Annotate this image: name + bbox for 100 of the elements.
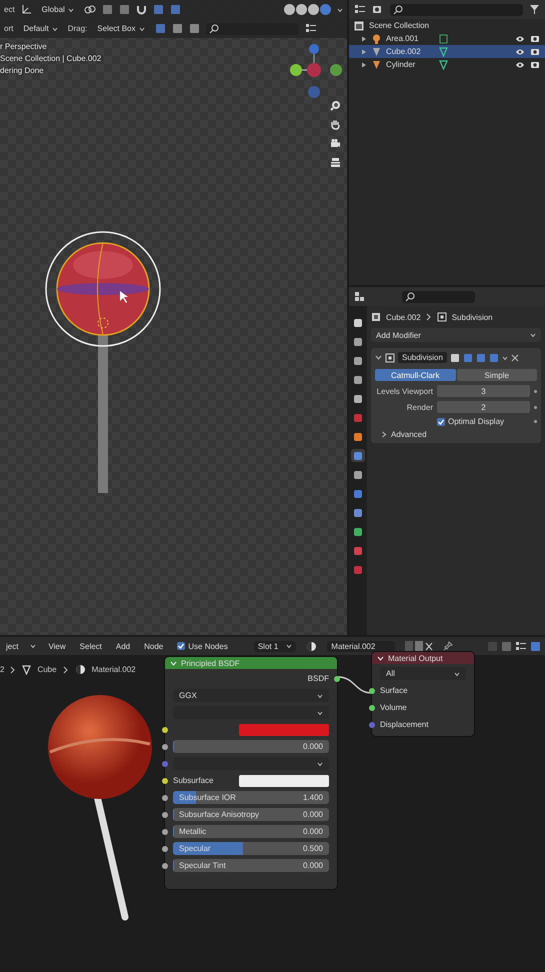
square-icon[interactable] bbox=[152, 4, 164, 15]
socket-label: Volume bbox=[380, 703, 407, 712]
object-name: Cylinder bbox=[386, 60, 416, 69]
list-icon[interactable] bbox=[354, 4, 366, 15]
add-modifier-dropdown[interactable]: Add Modifier bbox=[371, 328, 541, 342]
caret-icon bbox=[454, 670, 460, 676]
socket-icon[interactable] bbox=[162, 846, 168, 852]
use-nodes-toggle[interactable]: Use Nodes bbox=[175, 640, 230, 652]
close-icon[interactable] bbox=[510, 354, 519, 362]
square-icon[interactable] bbox=[154, 23, 166, 34]
hand-icon[interactable] bbox=[330, 119, 341, 130]
eye-icon[interactable] bbox=[515, 48, 525, 56]
socket-icon[interactable] bbox=[162, 778, 168, 784]
chevron-icon bbox=[426, 313, 432, 321]
collection-name[interactable]: Scene Collection bbox=[369, 21, 430, 30]
shading-sphere-icon[interactable] bbox=[296, 4, 307, 15]
search-field[interactable] bbox=[206, 22, 299, 34]
checkbox-box[interactable] bbox=[437, 418, 445, 426]
display-mode-icon[interactable] bbox=[372, 4, 384, 15]
menu-item[interactable]: View bbox=[46, 640, 68, 652]
square-icon[interactable] bbox=[118, 4, 130, 15]
node-title: Principled BSDF bbox=[181, 658, 240, 668]
breadcrumb-text: 2 bbox=[0, 665, 4, 674]
shading-sphere-icon[interactable] bbox=[320, 4, 331, 15]
caret-icon bbox=[68, 6, 74, 12]
grid-icon[interactable] bbox=[330, 157, 341, 168]
value-slider[interactable]: Metallic 0.000 bbox=[173, 825, 329, 838]
menu-item[interactable]: Add bbox=[114, 640, 132, 652]
socket-icon[interactable] bbox=[162, 744, 168, 750]
magnet-icon[interactable] bbox=[136, 4, 147, 15]
menu-item[interactable]: Node bbox=[142, 640, 166, 652]
input-label: Subsurface bbox=[173, 776, 214, 785]
dropdown[interactable]: All bbox=[380, 667, 466, 680]
advanced-subpanel-header[interactable]: Advanced bbox=[375, 430, 537, 439]
filter-icon[interactable] bbox=[529, 4, 540, 15]
toolbar-label: ect bbox=[4, 5, 15, 14]
zoom-icon[interactable] bbox=[330, 100, 341, 111]
square-icon[interactable] bbox=[188, 23, 200, 34]
material-sphere-icon[interactable] bbox=[306, 640, 318, 652]
search-field[interactable] bbox=[402, 290, 475, 302]
axes-icon[interactable] bbox=[20, 4, 32, 15]
square-icon[interactable] bbox=[172, 23, 183, 34]
shading-sphere-icon[interactable] bbox=[284, 4, 295, 15]
value-slider[interactable]: Specular Tint 0.000 bbox=[173, 859, 329, 872]
color-swatch[interactable] bbox=[239, 724, 329, 736]
expand-arrow-icon[interactable] bbox=[361, 36, 367, 42]
editor-type-icon[interactable] bbox=[354, 291, 366, 302]
eye-icon[interactable] bbox=[515, 34, 525, 42]
collapse-caret-icon[interactable] bbox=[375, 354, 382, 361]
expand-arrow-icon[interactable] bbox=[361, 62, 367, 68]
toolbar-label: ort bbox=[4, 24, 14, 33]
square-icon[interactable] bbox=[102, 4, 113, 15]
editor-mode-dropdown[interactable]: ject bbox=[4, 640, 20, 652]
optimal-display-checkbox[interactable]: Optimal Display bbox=[437, 417, 530, 426]
keyframe-dot-icon[interactable] bbox=[534, 390, 537, 392]
dropdown[interactable]: GGX bbox=[173, 689, 329, 702]
square-icon[interactable] bbox=[530, 640, 541, 652]
caret-icon bbox=[502, 354, 508, 360]
rings-icon[interactable] bbox=[84, 4, 96, 15]
list-icon[interactable] bbox=[515, 640, 527, 652]
keyframe-dot-icon[interactable] bbox=[534, 420, 537, 423]
socket-icon[interactable] bbox=[162, 812, 168, 818]
value-slider[interactable]: 0.000 bbox=[173, 740, 329, 753]
socket-icon[interactable] bbox=[162, 727, 168, 733]
square-icon[interactable] bbox=[501, 640, 512, 652]
socket-icon[interactable] bbox=[162, 863, 168, 869]
modifier-name-field[interactable]: Subdivision bbox=[398, 352, 447, 363]
search-field[interactable] bbox=[390, 4, 523, 16]
object-name: Cube.002 bbox=[386, 47, 422, 56]
caret-icon bbox=[530, 332, 536, 338]
material-name-field[interactable]: Material.002 bbox=[327, 640, 396, 652]
material-actions-icon[interactable] bbox=[405, 640, 434, 652]
keyframe-dot-icon[interactable] bbox=[534, 406, 537, 408]
number-field[interactable]: 3 bbox=[437, 385, 530, 397]
outliner-row[interactable]: Area.001 bbox=[349, 32, 545, 45]
color-swatch[interactable] bbox=[239, 774, 329, 786]
slot-dropdown[interactable]: Slot 1 bbox=[254, 640, 296, 652]
material-output-node[interactable]: Material Output All Surface Volume Displacement bbox=[372, 652, 474, 736]
subdivision-type-tab[interactable]: Catmull-Clark bbox=[375, 369, 456, 381]
value-slider[interactable]: Specular 0.500 bbox=[173, 842, 329, 855]
shading-sphere-icon[interactable] bbox=[308, 4, 319, 15]
outliner-row[interactable]: Cube.002 bbox=[349, 45, 545, 58]
socket-icon[interactable] bbox=[334, 676, 340, 682]
square-icon[interactable] bbox=[170, 4, 181, 15]
eye-icon[interactable] bbox=[515, 60, 525, 68]
pin-icon[interactable] bbox=[443, 641, 454, 651]
subdivision-type-tab[interactable]: Simple bbox=[456, 369, 537, 381]
breadcrumb-text: Cube bbox=[37, 665, 57, 674]
socket-icon[interactable] bbox=[369, 688, 375, 694]
breadcrumb-text: Cube.002 bbox=[386, 312, 421, 322]
number-field[interactable]: 2 bbox=[437, 401, 530, 413]
list-icon[interactable] bbox=[304, 23, 317, 34]
checkbox-box[interactable] bbox=[177, 642, 186, 650]
socket-icon[interactable] bbox=[162, 829, 168, 835]
menu-item[interactable]: Select bbox=[78, 640, 104, 652]
socket-icon[interactable] bbox=[162, 795, 168, 801]
outliner-row[interactable]: Cylinder bbox=[349, 58, 545, 71]
value-slider[interactable]: Subsurface Anisotropy 0.000 bbox=[173, 808, 329, 821]
expand-arrow-icon[interactable] bbox=[361, 48, 367, 54]
socket-icon[interactable] bbox=[369, 705, 375, 711]
